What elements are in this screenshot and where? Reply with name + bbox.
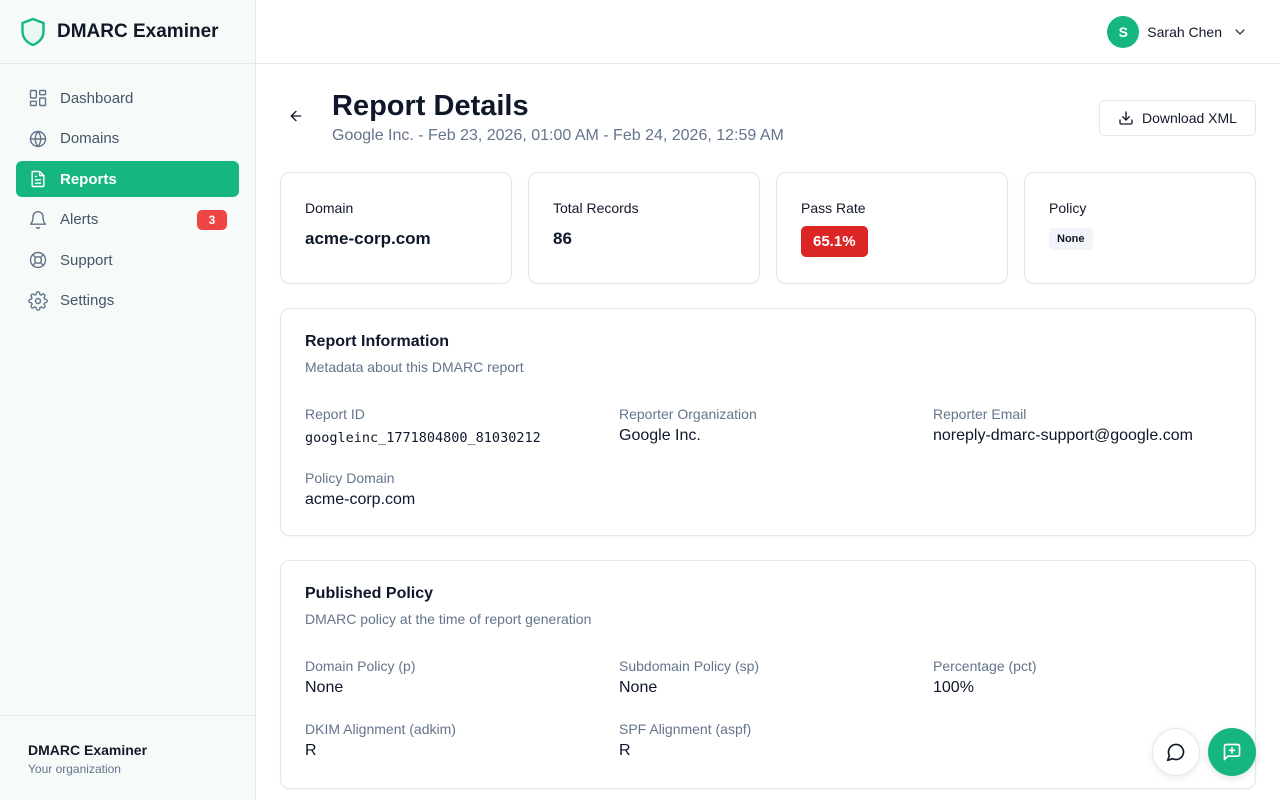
sidebar-item-reports[interactable]: Reports xyxy=(16,161,239,197)
message-square-plus-icon xyxy=(1223,743,1241,761)
report-info-grid: Report ID googleinc_1771804800_81030212 … xyxy=(305,406,1231,509)
published-policy-grid: Domain Policy (p) None Subdomain Policy … xyxy=(305,658,1231,760)
field-value: googleinc_1771804800_81030212 xyxy=(305,430,541,446)
message-circle-icon xyxy=(1166,743,1185,762)
card-description: Metadata about this DMARC report xyxy=(305,359,524,375)
alerts-count-badge: 3 xyxy=(197,209,227,230)
card-title: Report Information xyxy=(305,333,449,350)
shield-logo-icon xyxy=(21,17,45,46)
field-label: Domain Policy (p) xyxy=(305,658,416,674)
field-percentage: Percentage (pct) 100% xyxy=(933,658,1231,697)
field-label: Reporter Email xyxy=(933,406,1027,422)
sidebar-footer: DMARC Examiner Your organization xyxy=(0,715,255,800)
download-xml-button[interactable]: Download XML xyxy=(1099,100,1256,136)
field-value: None xyxy=(305,679,344,696)
stat-label: Domain xyxy=(305,200,354,216)
user-name: Sarah Chen xyxy=(1147,24,1222,40)
download-icon xyxy=(1119,111,1133,125)
back-button[interactable] xyxy=(288,108,308,128)
card-title: Published Policy xyxy=(305,585,434,602)
published-policy-card: Published Policy DMARC policy at the tim… xyxy=(280,560,1256,789)
field-label: Policy Domain xyxy=(305,470,395,486)
life-buoy-icon xyxy=(29,251,47,269)
stat-label: Policy xyxy=(1049,200,1087,216)
pass-rate-badge: 65.1% xyxy=(801,226,868,257)
field-domain-policy: Domain Policy (p) None xyxy=(305,658,619,697)
report-information-card: Report Information Metadata about this D… xyxy=(280,308,1256,536)
sidebar-item-alerts[interactable]: Alerts 3 xyxy=(16,202,239,238)
sidebar: DMARC Examiner Dashboard Domains Reports… xyxy=(0,0,256,800)
feedback-button[interactable] xyxy=(1208,728,1256,776)
org-name: Your organization xyxy=(28,762,121,776)
chat-button[interactable] xyxy=(1152,728,1200,776)
bell-icon xyxy=(29,210,47,229)
chevron-down-icon xyxy=(1235,29,1245,35)
arrow-left-icon xyxy=(290,110,302,122)
stats-row: Domain acme-corp.com Total Records 86 Pa… xyxy=(280,172,1256,284)
stat-card-total-records: Total Records 86 xyxy=(528,172,760,284)
sidebar-item-support[interactable]: Support xyxy=(16,242,239,278)
field-policy-domain: Policy Domain acme-corp.com xyxy=(305,470,619,509)
stat-value: acme-corp.com xyxy=(305,229,431,248)
brand[interactable]: DMARC Examiner xyxy=(0,0,255,64)
field-value: 100% xyxy=(933,679,974,696)
field-value: Google Inc. xyxy=(619,427,701,444)
avatar: S xyxy=(1107,16,1140,48)
topbar: S Sarah Chen xyxy=(256,0,1280,64)
page-subtitle: Google Inc. - Feb 23, 2026, 01:00 AM - F… xyxy=(332,127,784,144)
sidebar-item-label: Domains xyxy=(60,130,120,147)
field-label: Reporter Organization xyxy=(619,406,757,422)
sidebar-item-dashboard[interactable]: Dashboard xyxy=(16,80,239,116)
user-menu[interactable]: S Sarah Chen xyxy=(1107,16,1248,48)
stat-value: 86 xyxy=(553,229,572,248)
field-label: Percentage (pct) xyxy=(933,658,1037,674)
card-description: DMARC policy at the time of report gener… xyxy=(305,611,592,627)
globe-icon xyxy=(29,130,47,147)
field-dkim-alignment: DKIM Alignment (adkim) R xyxy=(305,721,619,760)
field-reporter-email: Reporter Email noreply-dmarc-support@goo… xyxy=(933,406,1231,446)
field-value: R xyxy=(305,742,317,759)
field-value: None xyxy=(619,679,658,696)
field-value: noreply-dmarc-support@google.com xyxy=(933,427,1193,444)
file-text-icon xyxy=(31,170,45,188)
main-content: Report Details Google Inc. - Feb 23, 202… xyxy=(256,64,1280,800)
stat-card-policy: Policy None xyxy=(1024,172,1256,284)
field-value: acme-corp.com xyxy=(305,491,416,508)
page-title: Report Details xyxy=(332,90,529,122)
sidebar-item-label: Support xyxy=(60,251,113,269)
sidebar-item-label: Alerts xyxy=(60,211,99,228)
org-app-name: DMARC Examiner xyxy=(28,742,148,758)
stat-label: Pass Rate xyxy=(801,200,866,216)
field-label: SPF Alignment (aspf) xyxy=(619,721,752,737)
policy-badge: None xyxy=(1049,228,1093,250)
stat-card-domain: Domain acme-corp.com xyxy=(280,172,512,284)
field-value: R xyxy=(619,742,631,759)
download-xml-label: Download XML xyxy=(1142,110,1237,126)
stat-label: Total Records xyxy=(553,200,639,216)
app-name: DMARC Examiner xyxy=(57,20,219,42)
sidebar-item-domains[interactable]: Domains xyxy=(16,121,239,157)
field-report-id: Report ID googleinc_1771804800_81030212 xyxy=(305,406,619,446)
sidebar-nav: Dashboard Domains Reports Alerts 3 Suppo… xyxy=(0,64,255,319)
field-subdomain-policy: Subdomain Policy (sp) None xyxy=(619,658,933,697)
gear-icon xyxy=(28,290,48,311)
sidebar-item-label: Dashboard xyxy=(60,89,134,107)
field-label: DKIM Alignment (adkim) xyxy=(305,721,456,737)
sidebar-item-label: Settings xyxy=(60,292,115,309)
sidebar-item-label: Reports xyxy=(60,170,117,188)
field-label: Report ID xyxy=(305,406,365,422)
stat-card-pass-rate: Pass Rate 65.1% xyxy=(776,172,1008,284)
field-label: Subdomain Policy (sp) xyxy=(619,658,760,674)
sidebar-item-settings[interactable]: Settings xyxy=(16,283,239,319)
field-spf-alignment: SPF Alignment (aspf) R xyxy=(619,721,933,760)
field-reporter-org: Reporter Organization Google Inc. xyxy=(619,406,933,446)
grid-icon xyxy=(29,89,47,107)
